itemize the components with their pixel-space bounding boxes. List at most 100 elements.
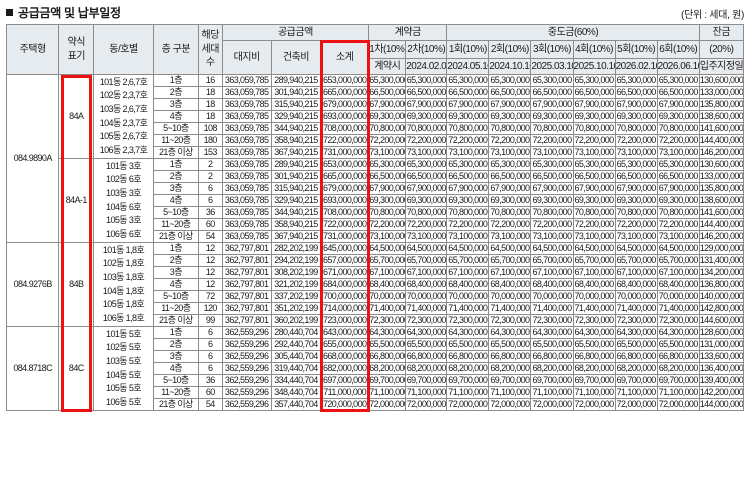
- floor-cell: 1층: [152, 158, 199, 171]
- land-cost-cell: 362,797,801: [221, 254, 272, 267]
- balance-cell: 146,200,000: [698, 146, 745, 159]
- subtotal-cell: 714,000,000: [320, 302, 370, 315]
- build-cost-cell: 334,440,704: [270, 374, 322, 387]
- contract1-cell: 67,900,000: [368, 98, 407, 111]
- subtotal-cell: 665,000,000: [320, 170, 370, 183]
- subtotal-cell: 693,000,000: [320, 110, 370, 123]
- middle-payment-cell: 70,000,000: [488, 290, 532, 303]
- dong-ho-line: 102동 6호: [106, 174, 141, 185]
- dong-ho-line: 101동 1,8호: [102, 244, 145, 255]
- middle-payment-cell: 67,900,000: [614, 98, 658, 111]
- units-cell: 16: [197, 74, 223, 87]
- build-cost-cell: 337,202,199: [270, 290, 322, 303]
- middle-payment-cell: 69,700,000: [488, 374, 532, 387]
- balance-cell: 128,600,000: [698, 326, 745, 339]
- contract1-cell: 69,300,000: [368, 194, 407, 207]
- land-cost-cell: 363,059,785: [221, 182, 272, 195]
- middle-payment-cell: 71,400,000: [530, 302, 574, 315]
- land-cost-cell: 362,797,801: [221, 266, 272, 279]
- units-cell: 2: [197, 158, 223, 171]
- units-cell: 54: [197, 230, 223, 243]
- middle-payment-cell: 73,100,000: [488, 146, 532, 159]
- title-row: 공급금액 및 납부일정 (단위 : 세대, 원): [6, 3, 744, 21]
- contract2-cell: 64,500,000: [405, 242, 448, 255]
- subtotal-cell: 723,000,000: [320, 314, 370, 327]
- middle-payment-cell: 66,500,000: [614, 170, 658, 183]
- dong-ho-line: 106동 2,3,7호: [99, 144, 148, 155]
- middle-payment-cell: 73,100,000: [488, 230, 532, 243]
- middle-payment-cell: 67,100,000: [656, 266, 700, 279]
- floor-cell: 5~10층: [152, 374, 199, 387]
- units-cell: 18: [197, 98, 223, 111]
- land-cost-cell: 363,059,785: [221, 218, 272, 231]
- build-cost-cell: 301,940,215: [270, 170, 322, 183]
- middle-payment-cell: 68,400,000: [572, 278, 616, 291]
- middle-payment-cell: 67,900,000: [614, 182, 658, 195]
- floor-cell: 3층: [152, 266, 199, 279]
- middle-payment-cell: 71,400,000: [614, 302, 658, 315]
- header-balance-pct: (20%): [698, 40, 745, 59]
- header-land: 대지비: [221, 40, 272, 75]
- dong-ho-line: 105동 5호: [106, 383, 141, 394]
- header-m4: 4회(10%): [572, 40, 616, 59]
- middle-payment-cell: 70,800,000: [446, 122, 490, 135]
- subtotal-cell: 697,000,000: [320, 374, 370, 387]
- balance-cell: 146,200,000: [698, 230, 745, 243]
- dong-ho-line: 106동 1,8호: [102, 312, 145, 323]
- build-cost-cell: 289,940,215: [270, 158, 322, 171]
- units-cell: 12: [197, 254, 223, 267]
- balance-cell: 135,800,000: [698, 98, 745, 111]
- square-bullet-icon: [6, 9, 13, 16]
- header-m1-date: 2024.05.10: [446, 58, 490, 75]
- header-house-type: 주택형: [5, 24, 60, 75]
- middle-payment-cell: 66,800,000: [656, 350, 700, 363]
- units-cell: 60: [197, 386, 223, 399]
- middle-payment-cell: 71,100,000: [656, 386, 700, 399]
- units-cell: 12: [197, 242, 223, 255]
- abbr-cell: 84A: [58, 74, 95, 159]
- header-contract: 계약금: [368, 24, 448, 41]
- middle-payment-cell: 64,500,000: [446, 242, 490, 255]
- land-cost-cell: 362,559,296: [221, 326, 272, 339]
- middle-payment-cell: 69,300,000: [530, 110, 574, 123]
- middle-payment-cell: 70,800,000: [614, 206, 658, 219]
- middle-payment-cell: 66,800,000: [488, 350, 532, 363]
- floor-cell: 4층: [152, 278, 199, 291]
- contract2-cell: 70,000,000: [405, 290, 448, 303]
- contract2-cell: 72,200,000: [405, 218, 448, 231]
- build-cost-cell: 357,440,704: [270, 398, 322, 411]
- land-cost-cell: 363,059,785: [221, 98, 272, 111]
- subtotal-cell: 679,000,000: [320, 182, 370, 195]
- middle-payment-cell: 64,300,000: [446, 326, 490, 339]
- land-cost-cell: 363,059,785: [221, 230, 272, 243]
- middle-payment-cell: 72,200,000: [614, 218, 658, 231]
- land-cost-cell: 362,559,296: [221, 338, 272, 351]
- middle-payment-cell: 65,300,000: [656, 158, 700, 171]
- dong-ho-line: 106동 5호: [106, 396, 141, 407]
- floor-cell: 21층 이상: [152, 230, 199, 243]
- floor-cell: 1층: [152, 74, 199, 87]
- balance-cell: 133,000,000: [698, 170, 745, 183]
- dong-ho-line: 104동 2,3,7호: [99, 117, 148, 128]
- contract2-cell: 72,300,000: [405, 314, 448, 327]
- contract1-cell: 70,000,000: [368, 290, 407, 303]
- middle-payment-cell: 73,100,000: [572, 230, 616, 243]
- middle-payment-cell: 69,300,000: [614, 110, 658, 123]
- header-subtotal: 소계: [320, 40, 370, 75]
- middle-payment-cell: 72,300,000: [530, 314, 574, 327]
- middle-payment-cell: 72,000,000: [530, 398, 574, 411]
- middle-payment-cell: 69,300,000: [572, 194, 616, 207]
- middle-payment-cell: 70,800,000: [488, 206, 532, 219]
- middle-payment-cell: 68,400,000: [656, 278, 700, 291]
- middle-payment-cell: 65,300,000: [572, 158, 616, 171]
- land-cost-cell: 362,797,801: [221, 290, 272, 303]
- middle-payment-cell: 67,100,000: [488, 266, 532, 279]
- contract1-cell: 73,100,000: [368, 230, 407, 243]
- floor-cell: 2층: [152, 254, 199, 267]
- subtotal-cell: 643,000,000: [320, 326, 370, 339]
- contract1-cell: 65,300,000: [368, 74, 407, 87]
- middle-payment-cell: 65,500,000: [446, 338, 490, 351]
- floor-cell: 11~20층: [152, 134, 199, 147]
- balance-cell: 144,600,000: [698, 314, 745, 327]
- contract1-cell: 72,000,000: [368, 398, 407, 411]
